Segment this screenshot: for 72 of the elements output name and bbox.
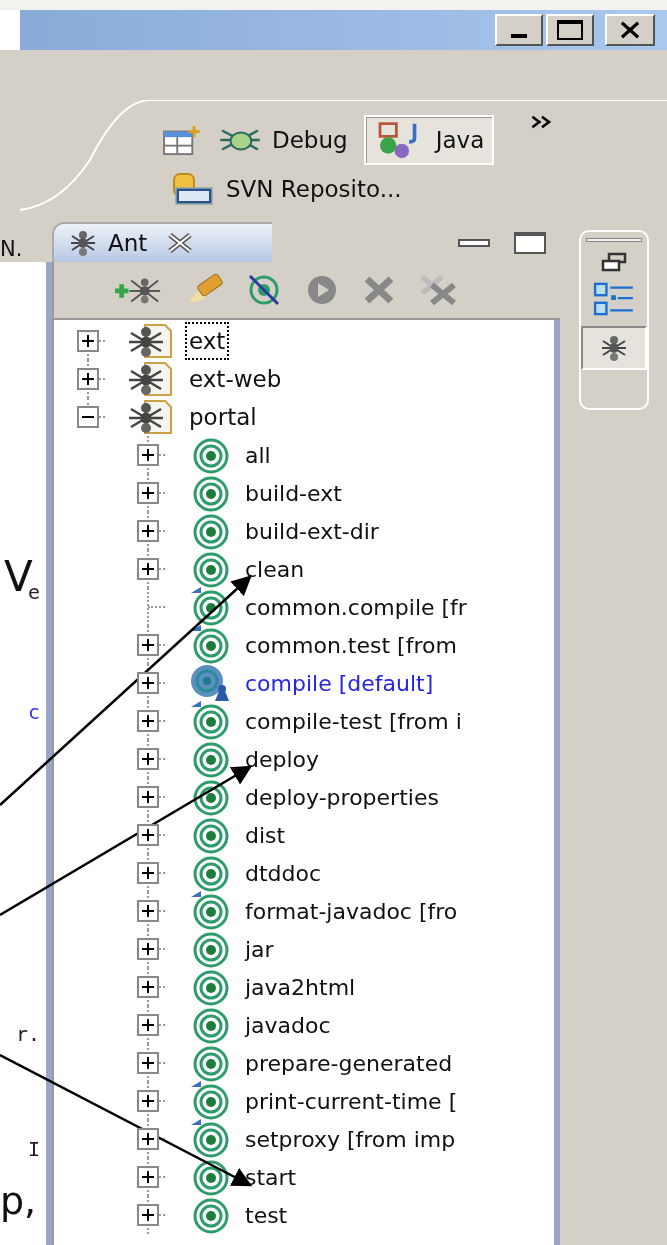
ant-tab[interactable]: Ant [52, 222, 272, 262]
target-node[interactable]: compile [default] [245, 666, 434, 700]
open-perspective-icon [160, 124, 202, 156]
repository-icon [170, 172, 216, 207]
target-node[interactable]: start [245, 1160, 297, 1194]
expand-icon[interactable] [137, 710, 159, 732]
close-button[interactable] [605, 14, 655, 46]
buildfile-icon [127, 399, 173, 435]
expand-icon[interactable] [137, 786, 159, 808]
target-node[interactable]: print-current-time [ [245, 1084, 458, 1118]
expand-icon[interactable] [137, 1166, 159, 1188]
collapse-icon[interactable] [77, 406, 99, 428]
expand-icon[interactable] [137, 938, 159, 960]
expand-icon[interactable] [137, 520, 159, 542]
expand-icon[interactable] [137, 482, 159, 504]
target-node[interactable]: deploy-properties [245, 780, 439, 814]
code-fragment: r. [15, 1024, 40, 1044]
expand-icon[interactable] [77, 368, 99, 390]
project-node[interactable]: portal [187, 399, 259, 435]
expand-icon[interactable] [137, 1204, 159, 1226]
target-node[interactable]: test [245, 1198, 288, 1232]
expand-icon[interactable] [137, 1052, 159, 1074]
target-node[interactable]: dtddoc [245, 856, 322, 890]
target-node[interactable]: dist [245, 818, 286, 852]
restore-icon[interactable] [600, 252, 627, 272]
target-node[interactable]: setproxy [from imp [245, 1122, 456, 1156]
perspective-button[interactable]: Debug [208, 117, 358, 163]
expand-icon[interactable] [137, 900, 159, 922]
expand-icon[interactable] [137, 862, 159, 884]
target-node[interactable]: compile-test [from i [245, 704, 462, 738]
target-node[interactable]: build-ext [245, 476, 342, 510]
expand-icon[interactable] [77, 330, 99, 352]
target-node[interactable]: all [245, 438, 271, 472]
target-node[interactable]: common.compile [fr [245, 590, 467, 624]
target-node[interactable]: java2html [245, 970, 356, 1004]
expand-icon[interactable] [137, 1090, 159, 1112]
project-node[interactable]: ext [187, 323, 228, 359]
buildfile-icon [127, 323, 173, 359]
expand-icon[interactable] [137, 672, 159, 694]
ant-view-button[interactable] [580, 326, 647, 370]
outline-icon[interactable] [592, 282, 635, 316]
target-node[interactable]: jar [245, 932, 274, 966]
annotation-text: p, [0, 1182, 37, 1220]
expand-icon[interactable] [137, 1014, 159, 1036]
view-title: Ant [108, 228, 148, 258]
ant-icon [68, 228, 98, 258]
target-node[interactable]: javadoc [245, 1008, 331, 1042]
target-node[interactable]: build-ext-dir [245, 514, 379, 548]
buildfile-icon [127, 361, 173, 397]
target-node[interactable]: prepare-generated [245, 1046, 453, 1080]
expand-icon[interactable] [137, 976, 159, 998]
target-node[interactable]: clean [245, 552, 305, 586]
perspective-button[interactable]: Java [363, 115, 495, 165]
expand-icon[interactable] [137, 558, 159, 580]
project-node[interactable]: ext-web [187, 361, 284, 397]
close-icon [618, 21, 642, 39]
code-fragment: c [27, 702, 40, 722]
minimize-button[interactable] [495, 14, 543, 46]
minimize-view-icon[interactable] [458, 239, 490, 247]
maximize-view-icon[interactable] [514, 232, 546, 254]
target-filter-icon[interactable] [246, 273, 282, 307]
code-fragment: I [27, 1139, 40, 1159]
expand-icon[interactable] [137, 1128, 159, 1150]
expand-icon[interactable] [137, 748, 159, 770]
expand-icon[interactable] [137, 634, 159, 656]
target-node[interactable]: deploy [245, 742, 320, 776]
maximize-button[interactable] [546, 14, 594, 46]
perspective-button[interactable]: SVN Reposito... [160, 167, 412, 212]
expand-icon[interactable] [137, 444, 159, 466]
target-node[interactable]: common.test [from [245, 628, 457, 662]
expand-icon[interactable] [137, 824, 159, 846]
target-node[interactable]: format-javadoc [fro [245, 894, 458, 928]
